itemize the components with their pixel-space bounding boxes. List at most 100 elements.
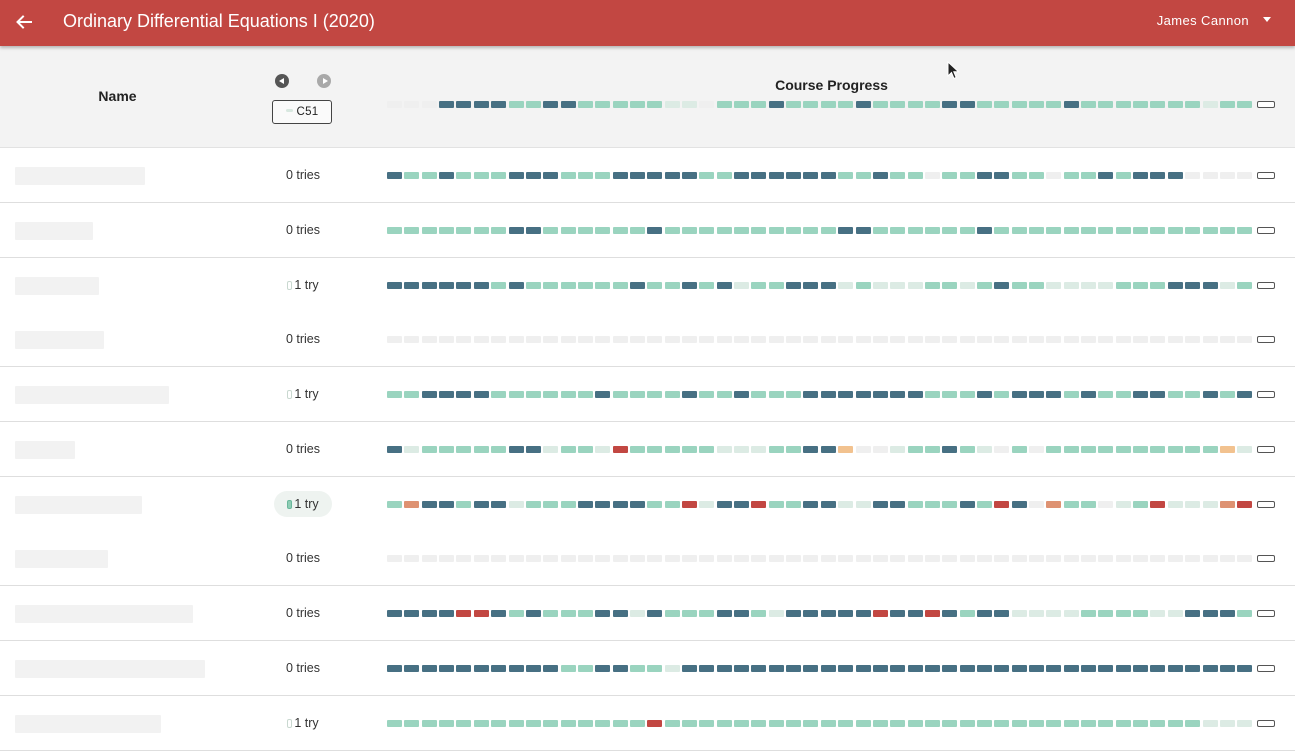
progress-segment[interactable] xyxy=(577,446,593,453)
progress-segment[interactable] xyxy=(1115,555,1131,562)
progress-segment[interactable] xyxy=(508,101,524,108)
progress-segment[interactable] xyxy=(1115,610,1131,617)
progress-segment[interactable] xyxy=(1063,391,1079,398)
tries-count[interactable]: 0 tries xyxy=(274,326,332,352)
progress-segment[interactable] xyxy=(1098,665,1114,672)
progress-segment[interactable] xyxy=(907,336,923,343)
progress-segment[interactable] xyxy=(1063,501,1079,508)
progress-segment[interactable] xyxy=(560,446,576,453)
progress-segment[interactable] xyxy=(872,282,888,289)
progress-segment[interactable] xyxy=(664,391,680,398)
progress-segment[interactable] xyxy=(1046,446,1062,453)
progress-segment[interactable] xyxy=(1029,555,1044,562)
progress-segment[interactable] xyxy=(699,446,715,453)
progress-segment[interactable] xyxy=(421,227,437,234)
progress-segment[interactable] xyxy=(1202,665,1218,672)
progress-segment[interactable] xyxy=(942,720,958,727)
progress-segment[interactable] xyxy=(751,282,767,289)
progress-segment[interactable] xyxy=(560,555,576,562)
progress-segment[interactable] xyxy=(820,720,836,727)
progress-segment[interactable] xyxy=(924,227,940,234)
progress-segment[interactable] xyxy=(768,720,784,727)
progress-segment[interactable] xyxy=(525,391,541,398)
progress-segment[interactable] xyxy=(786,555,802,562)
student-name-redacted[interactable] xyxy=(15,715,161,733)
progress-segment[interactable] xyxy=(820,610,836,617)
progress-segment[interactable] xyxy=(473,610,489,617)
progress-segment[interactable] xyxy=(942,172,958,179)
progress-segment[interactable] xyxy=(1081,720,1096,727)
progress-segment[interactable] xyxy=(855,391,871,398)
progress-segment[interactable] xyxy=(890,720,906,727)
progress-segment[interactable] xyxy=(612,446,628,453)
progress-segment[interactable] xyxy=(924,446,940,453)
progress-segment[interactable] xyxy=(1185,282,1201,289)
progress-segment[interactable] xyxy=(664,446,680,453)
progress-segment[interactable] xyxy=(612,391,628,398)
progress-segment[interactable] xyxy=(820,501,836,508)
progress-segment[interactable] xyxy=(1167,172,1183,179)
progress-segment[interactable] xyxy=(595,336,611,343)
progress-segment[interactable] xyxy=(1098,610,1114,617)
progress-segment[interactable] xyxy=(612,101,628,108)
progress-segment[interactable] xyxy=(890,555,906,562)
progress-segment[interactable] xyxy=(699,720,715,727)
progress-segment[interactable] xyxy=(838,101,854,108)
progress-segment[interactable] xyxy=(942,227,958,234)
progress-segment[interactable] xyxy=(855,446,871,453)
progress-segment[interactable] xyxy=(994,555,1010,562)
progress-segment[interactable] xyxy=(820,555,836,562)
progress-segment[interactable] xyxy=(890,172,906,179)
progress-segment[interactable] xyxy=(1237,282,1253,289)
progress-segment[interactable] xyxy=(994,501,1010,508)
progress-segment[interactable] xyxy=(577,720,593,727)
progress-segment[interactable] xyxy=(1219,172,1235,179)
table-row[interactable]: 0 tries xyxy=(0,586,1295,641)
progress-segment[interactable] xyxy=(508,501,524,508)
progress-segment[interactable] xyxy=(1133,101,1149,108)
progress-segment[interactable] xyxy=(994,227,1010,234)
progress-segment[interactable] xyxy=(1150,101,1166,108)
progress-segment[interactable] xyxy=(699,336,715,343)
progress-segment[interactable] xyxy=(387,610,402,617)
progress-segment[interactable] xyxy=(751,665,767,672)
progress-segment[interactable] xyxy=(1133,665,1149,672)
progress-segment[interactable] xyxy=(1029,610,1044,617)
progress-segment[interactable] xyxy=(1029,101,1044,108)
progress-segment[interactable] xyxy=(924,501,940,508)
progress-segment[interactable] xyxy=(786,610,802,617)
progress-segment[interactable] xyxy=(907,282,923,289)
progress-segment[interactable] xyxy=(421,555,437,562)
progress-segment[interactable] xyxy=(1098,336,1114,343)
progress-segment[interactable] xyxy=(786,336,802,343)
progress-segment[interactable] xyxy=(976,101,992,108)
progress-segment[interactable] xyxy=(1167,446,1183,453)
progress-segment[interactable] xyxy=(508,282,524,289)
progress-segment[interactable] xyxy=(629,446,645,453)
progress-segment[interactable] xyxy=(508,336,524,343)
progress-segment[interactable] xyxy=(924,665,940,672)
progress-segment[interactable] xyxy=(1237,336,1253,343)
progress-segment[interactable] xyxy=(439,101,455,108)
progress-segment[interactable] xyxy=(1046,665,1062,672)
progress-segment[interactable] xyxy=(421,501,437,508)
progress-segment[interactable] xyxy=(577,391,593,398)
progress-segment[interactable] xyxy=(976,282,992,289)
progress-segment[interactable] xyxy=(1150,555,1166,562)
progress-segment[interactable] xyxy=(1185,391,1201,398)
progress-segment[interactable] xyxy=(1081,665,1096,672)
progress-segment[interactable] xyxy=(699,610,715,617)
progress-segment[interactable] xyxy=(976,391,992,398)
progress-segment[interactable] xyxy=(491,101,507,108)
progress-segment[interactable] xyxy=(786,501,802,508)
progress-segment[interactable] xyxy=(629,555,645,562)
tries-count[interactable]: 1 try xyxy=(274,491,332,517)
progress-segment[interactable] xyxy=(994,101,1010,108)
progress-segment[interactable] xyxy=(855,555,871,562)
progress-segment[interactable] xyxy=(1185,665,1201,672)
progress-segment[interactable] xyxy=(439,172,455,179)
progress-segment[interactable] xyxy=(1167,101,1183,108)
progress-segment[interactable] xyxy=(456,720,472,727)
progress-segment[interactable] xyxy=(699,282,715,289)
progress-segment[interactable] xyxy=(508,555,524,562)
